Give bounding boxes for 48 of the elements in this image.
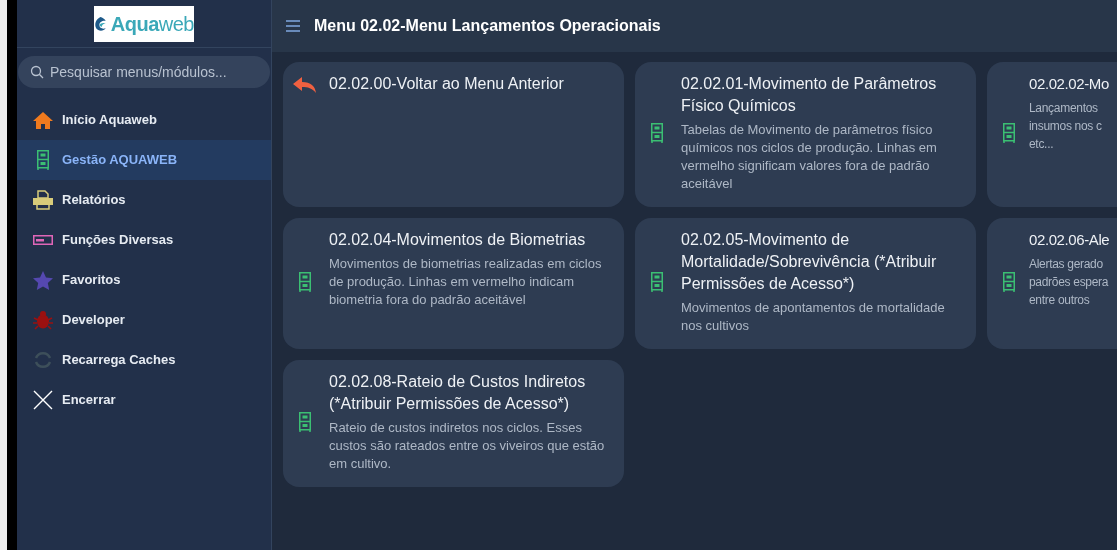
printer-icon xyxy=(33,190,53,210)
card-title: 02.02.01-Movimento de Parâmetros Físico Químicos xyxy=(681,74,938,116)
cabinet-icon xyxy=(651,272,663,292)
cabinet-icon xyxy=(299,272,311,292)
card-title: 02.02.08-Rateio de Custos Indiretos (*Atribuir Permissões de Acesso*) xyxy=(329,372,587,414)
card-title: 02.02.00-Voltar ao Menu Anterior xyxy=(329,74,564,94)
card-description: Movimentos de biometrias realizadas em ciclos de produção. Linhas em vermelho indicam biometria fora do padrão aceitável xyxy=(329,255,603,309)
card-icon xyxy=(33,235,53,245)
card-title: 02.02.02-Mo xyxy=(1029,74,1109,94)
menu-card[interactable]: 02.02.00-Voltar ao Menu Anterior xyxy=(283,62,624,207)
sidebar-item[interactable]: Recarrega Caches xyxy=(17,340,271,380)
sidebar-item[interactable]: Encerrar xyxy=(17,380,271,420)
sidebar-item[interactable]: Gestão AQUAWEB xyxy=(17,140,271,180)
card-title: 02.02.04-Movimentos de Biometrias xyxy=(329,230,587,250)
bug-icon xyxy=(33,310,53,330)
home-icon xyxy=(33,111,53,129)
sidebar-item[interactable]: Favoritos xyxy=(17,260,271,300)
sidebar-item[interactable]: Funções Diversas xyxy=(17,220,271,260)
card-title: 02.02.05-Movimento de Mortalidade/Sobrevivência (*Atribuir Permissões de Acesso*) xyxy=(681,230,938,294)
page-title: Menu 02.02-Menu Lançamentos Operacionais xyxy=(314,16,661,36)
cabinet-icon xyxy=(1003,272,1015,292)
sidebar-item[interactable]: Relatórios xyxy=(17,180,271,220)
cabinet-icon xyxy=(299,412,311,432)
card-description: Rateio de custos indiretos nos ciclos. Esses custos são rateados entre os viveiros que estão em cultivo. xyxy=(329,419,606,473)
menu-card[interactable]: 02.02.08-Rateio de Custos Indiretos (*Atribuir Permissões de Acesso*) Rateio de custos indiretos nos ciclos. Esses custos são rateados entre os viveiros que estão em cultivo. xyxy=(283,360,624,487)
cabinet-icon xyxy=(37,150,49,170)
menu-card[interactable]: 02.02.06-Ale Alertas gerado padrões espera entre outros xyxy=(987,218,1117,349)
card-description: Lançamentos insumos nos c etc... xyxy=(1029,100,1103,153)
close-icon xyxy=(33,390,53,410)
back-arrow-icon xyxy=(293,77,317,93)
search-field[interactable]: Pesquisar menus/módulos... xyxy=(18,56,270,88)
menu-icon[interactable] xyxy=(286,20,300,32)
sidebar-item[interactable]: Developer xyxy=(17,300,271,340)
card-description: Movimentos de apontamentos de mortalidade nos cultivos xyxy=(681,299,946,335)
cabinet-icon xyxy=(1003,123,1015,143)
menu-card[interactable]: 02.02.04-Movimentos de Biometrias Movimentos de biometrias realizadas em ciclos de produção. Linhas em vermelho indicam biometria fora do padrão aceitável xyxy=(283,218,624,349)
card-description: Alertas gerado padrões espera entre outros xyxy=(1029,256,1110,309)
sidebar-item[interactable]: Início Aquaweb xyxy=(17,100,271,140)
card-title: 02.02.06-Ale xyxy=(1029,230,1110,250)
menu-card[interactable]: 02.02.05-Movimento de Mortalidade/Sobrevivência (*Atribuir Permissões de Acesso*) Movimentos de apontamentos de mortalidade nos cultivos xyxy=(635,218,976,349)
logo-text: Aquaweb xyxy=(110,11,194,37)
star-icon xyxy=(33,270,53,290)
search-icon xyxy=(30,65,44,79)
menu-card[interactable]: 02.02.01-Movimento de Parâmetros Físico Químicos Tabelas de Movimento de parâmetros físico químicos nos ciclos de produção. Linhas em vermelho significam valores fora de padrão aceitável xyxy=(635,62,976,207)
cabinet-icon xyxy=(651,123,663,143)
card-description: Tabelas de Movimento de parâmetros físico químicos nos ciclos de produção. Linhas em vermelho significam valores fora de padrão aceitável xyxy=(681,121,938,193)
menu-card[interactable]: 02.02.02-Mo Lançamentos insumos nos c etc... xyxy=(987,62,1117,207)
refresh-icon xyxy=(33,350,53,370)
